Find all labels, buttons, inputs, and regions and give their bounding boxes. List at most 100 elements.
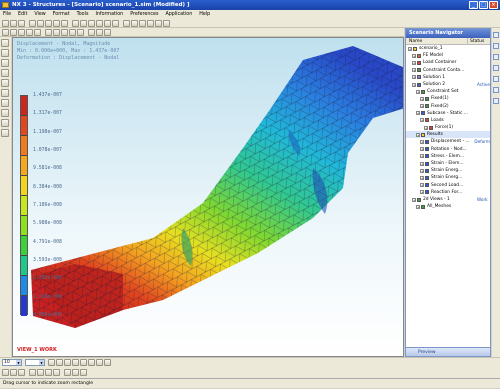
expand-toggle-icon[interactable]: + [420,161,424,166]
tree-item[interactable]: + Strain Energ... [406,167,490,174]
tree-item[interactable]: + Strain - Elem... [406,160,490,167]
section-icon[interactable] [1,129,9,137]
expand-toggle-icon[interactable]: + [412,53,416,58]
expand-toggle-icon[interactable]: + [420,175,424,180]
animate-icon[interactable] [131,20,138,27]
group-icon[interactable] [45,369,52,376]
deselect-icon[interactable] [56,359,63,366]
wireframe-icon[interactable] [112,20,119,27]
probe-icon[interactable] [61,29,68,36]
view-trimetric-icon[interactable] [1,79,9,87]
minimize-button[interactable]: _ [469,1,478,9]
expand-toggle-icon[interactable]: + [412,75,416,80]
endpoint-icon[interactable] [72,359,79,366]
step-icon[interactable] [80,369,87,376]
expand-toggle-icon[interactable]: + [420,118,424,123]
post-view-icon[interactable] [123,20,130,27]
tree-item[interactable]: + Reaction For... [406,189,490,196]
expand-toggle-icon[interactable]: + [416,204,420,209]
tree-item[interactable]: + Solution 1 [406,74,490,81]
snap-point-icon[interactable] [64,359,71,366]
expand-toggle-icon[interactable]: + [412,82,416,87]
tree-item[interactable]: + scenario_1 [406,45,490,52]
expand-toggle-icon[interactable]: + [420,147,424,152]
view-top-icon[interactable] [1,49,9,57]
load-icon[interactable] [18,29,25,36]
menu-edit[interactable]: Edit [18,10,27,19]
tree-item[interactable]: + Displacement - ... Deform [406,138,490,145]
expand-toggle-icon[interactable]: + [420,140,424,145]
snap-icon[interactable] [104,29,111,36]
tree-item[interactable]: + FE Model [406,52,490,59]
cut-icon[interactable] [29,20,36,27]
tree-item[interactable]: + Stress - Elem... [406,153,490,160]
tree-item[interactable]: + Second Load... [406,182,490,189]
web-tab-icon[interactable] [493,76,499,82]
view-front-icon[interactable] [1,39,9,47]
expand-toggle-icon[interactable]: + [412,197,416,202]
expand-toggle-icon[interactable]: + [412,60,416,65]
identify-icon[interactable] [69,29,76,36]
menu-format[interactable]: Format [53,10,70,19]
zoom-icon[interactable] [80,20,87,27]
history-tab-icon[interactable] [493,65,499,71]
preview-panel-header[interactable]: Preview [406,347,490,356]
graphics-viewport[interactable]: Displacement - Nodal, Magnitude Min : 0.… [12,37,404,357]
element-icon[interactable] [37,369,44,376]
rotate-icon[interactable] [96,20,103,27]
legend-icon[interactable] [155,20,162,27]
tree-item[interactable]: +2d Views - 1 Work [406,196,490,203]
expand-toggle-icon[interactable]: + [420,104,424,109]
expand-toggle-icon[interactable]: + [420,190,424,195]
selection-icon[interactable] [88,29,95,36]
solve-icon[interactable] [2,29,9,36]
expand-toggle-icon[interactable]: + [408,46,412,51]
filter-icon[interactable] [96,29,103,36]
part-tab-icon[interactable] [493,54,499,60]
tree-item[interactable]: + Constraint Conta... [406,67,490,74]
menu-tools[interactable]: Tools [77,10,89,19]
undo-icon[interactable] [53,20,60,27]
layer-icon[interactable] [1,89,9,97]
expand-toggle-icon[interactable]: + [420,154,424,159]
quadrant-icon[interactable] [104,359,111,366]
fit-icon[interactable] [72,20,79,27]
hide-icon[interactable] [1,99,9,107]
expand-toggle-icon[interactable]: + [420,96,424,101]
assembly-tab-icon[interactable] [493,43,499,49]
show-icon[interactable] [1,109,9,117]
expand-toggle-icon[interactable]: + [416,111,420,116]
tree-item[interactable]: + Loads [406,117,490,124]
intersection-icon[interactable] [96,359,103,366]
tree-item[interactable]: + Load Container [406,59,490,66]
pan-icon[interactable] [88,20,95,27]
navigator-tab-icon[interactable] [493,32,499,38]
menu-preferences[interactable]: Preferences [130,10,158,19]
close-button[interactable]: × [489,1,498,9]
tree-item[interactable]: + Strain Energ... [406,174,490,181]
play-icon[interactable] [64,369,71,376]
view-right-icon[interactable] [1,59,9,67]
deform-icon[interactable] [53,29,60,36]
check-icon[interactable] [53,369,60,376]
expand-toggle-icon[interactable]: + [412,68,416,73]
delete-icon[interactable] [10,369,17,376]
material-icon[interactable] [34,29,41,36]
col-status-header[interactable]: Status [468,38,484,44]
view-iso-icon[interactable] [1,69,9,77]
open-file-icon[interactable] [10,20,17,27]
menu-file[interactable]: File [3,10,11,19]
redo-icon[interactable] [61,20,68,27]
paste-icon[interactable] [45,20,52,27]
properties-icon[interactable] [18,369,25,376]
new-file-icon[interactable] [2,20,9,27]
measure-icon[interactable] [1,119,9,127]
node-icon[interactable] [29,369,36,376]
maximize-button[interactable]: □ [479,1,488,9]
menu-help[interactable]: Help [199,10,210,19]
tree-item[interactable]: + Force(1) [406,124,490,131]
expand-toggle-icon[interactable]: + [420,168,424,173]
constraint-icon[interactable] [26,29,33,36]
expand-toggle-icon[interactable]: + [416,89,420,94]
tree-item[interactable]: + Subcase - Static ... [406,110,490,117]
